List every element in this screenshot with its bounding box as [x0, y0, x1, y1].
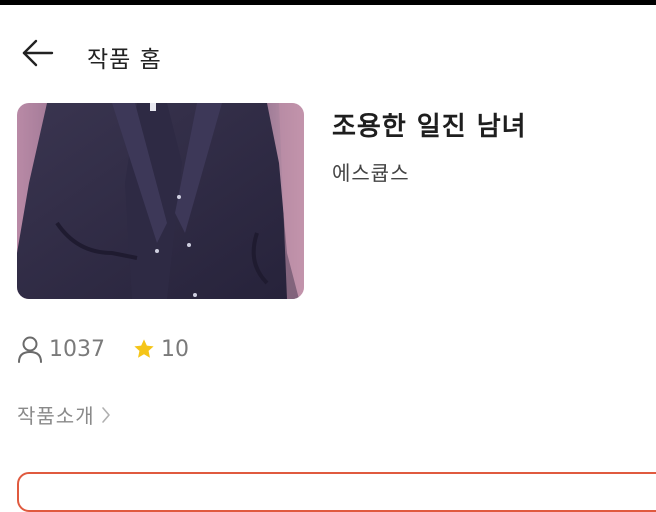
cover-image[interactable] — [17, 103, 304, 299]
chevron-right-icon — [101, 406, 110, 423]
stats-row: 1037 10 — [17, 334, 189, 364]
header: 작품 홈 — [0, 5, 656, 95]
star-icon — [134, 339, 154, 358]
section-card — [17, 472, 656, 512]
cover-illustration — [17, 103, 304, 299]
views-count: 1037 — [49, 336, 105, 362]
page-title: 작품 홈 — [87, 47, 162, 73]
back-arrow-icon — [22, 39, 54, 67]
views-stat: 1037 — [17, 335, 105, 363]
intro-link[interactable]: 작품소개 — [17, 400, 111, 429]
author-name[interactable]: 에스큡스 — [332, 157, 410, 186]
intro-label: 작품소개 — [17, 404, 95, 428]
rating-stat: 10 — [133, 337, 189, 362]
user-icon — [18, 336, 42, 363]
work-title: 조용한 일진 남녀 — [332, 112, 527, 142]
back-button[interactable] — [14, 33, 60, 73]
rating-value: 10 — [161, 336, 189, 362]
